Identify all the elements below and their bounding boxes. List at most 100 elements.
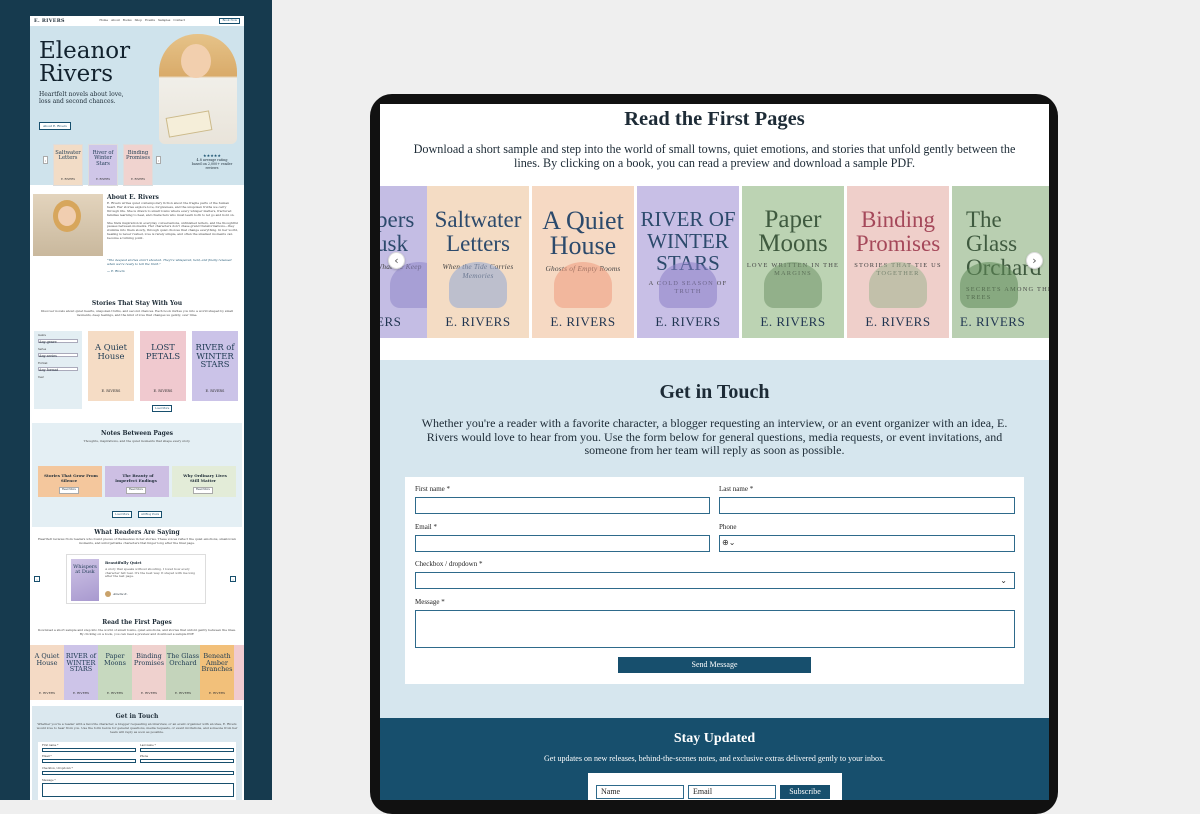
- country-flag-icon[interactable]: ⊕⌄: [722, 538, 735, 547]
- notes-load-button[interactable]: Load More: [112, 511, 133, 518]
- nav-books[interactable]: Books: [123, 18, 132, 23]
- notes-section: Notes Between Pages Thoughts, inspiratio…: [32, 423, 242, 527]
- sample-book[interactable]: RIVER of WINTER STARS E. RIVERS: [64, 645, 98, 700]
- hero-prev-arrow[interactable]: ‹: [43, 156, 48, 164]
- reviewer-avatar: [105, 591, 111, 597]
- review-prev-arrow[interactable]: ‹: [34, 576, 40, 582]
- hero-next-arrow[interactable]: ›: [156, 156, 161, 164]
- first-name-input[interactable]: [415, 497, 710, 514]
- message-label: Message *: [415, 598, 445, 606]
- phone-label: Phone: [140, 755, 149, 758]
- last-name-label: Last name *: [140, 744, 156, 747]
- carousel-prev-arrow[interactable]: ‹: [388, 252, 405, 269]
- nav-home[interactable]: Home: [99, 18, 108, 23]
- filter-select[interactable]: Any series: [38, 353, 78, 358]
- hero-book-cover[interactable]: Saltwater Letters E. RIVERS: [53, 144, 83, 186]
- send-message-button[interactable]: Send Message: [618, 657, 811, 673]
- hero-book-cover[interactable]: Binding Promises E. RIVERS: [123, 144, 153, 186]
- email-input[interactable]: [415, 535, 710, 552]
- samples-title: Read the First Pages: [102, 619, 172, 626]
- nav-shop[interactable]: Shop: [135, 18, 142, 23]
- flower-illustration: [869, 262, 927, 308]
- review-next-arrow[interactable]: ›: [230, 576, 236, 582]
- nav-contact[interactable]: Contact: [173, 18, 184, 23]
- load-more-button[interactable]: Load More: [152, 405, 173, 412]
- sample-book-card[interactable]: Binding Promises STORIES THAT TIE US TOG…: [847, 186, 949, 338]
- sample-book-card[interactable]: RIVER OF WINTER STARS A COLD SEASON OF T…: [637, 186, 739, 338]
- all-posts-button[interactable]: All Blog Posts: [138, 511, 163, 518]
- filter-select[interactable]: Any genre: [38, 339, 78, 344]
- newsletter-name-input[interactable]: Name: [596, 785, 684, 799]
- flower-illustration: [449, 262, 507, 308]
- contact-form-small: First name * Last name * Email * Phone C…: [38, 742, 236, 800]
- contact-form: First name * Last name * Email * Phone ⊕…: [405, 477, 1024, 684]
- sample-book-card[interactable]: Saltwater Letters When the Tide Carries …: [427, 186, 529, 338]
- note-title: The Beauty of Imperfect Endings: [115, 473, 157, 483]
- book-author: E. RIVERS: [550, 314, 616, 329]
- hero-book-title: Binding Promises: [125, 150, 151, 162]
- read-more-button[interactable]: Read More: [193, 487, 213, 494]
- contact-sub-small: Whether you're a reader with a favorite …: [36, 722, 238, 734]
- category-dropdown[interactable]: ⌄: [415, 572, 1015, 589]
- flower-illustration: [764, 262, 822, 308]
- book-title: Paper Moons: [758, 206, 828, 257]
- nav-samples[interactable]: Samples: [158, 18, 170, 23]
- last-name-input[interactable]: [140, 748, 234, 753]
- hero-book-author: E. RIVERS: [130, 177, 146, 181]
- note-card[interactable]: Why Ordinary Lives Still Matter Read More: [172, 466, 236, 497]
- brand-logo[interactable]: E. RIVERS: [34, 18, 65, 24]
- sample-book[interactable]: E.: [234, 645, 244, 700]
- phone-input[interactable]: [140, 759, 234, 764]
- book-author: ERS: [380, 314, 402, 329]
- read-more-button[interactable]: Read More: [59, 487, 79, 494]
- sample-book-card[interactable]: Paper Moons LOVE WRITTEN IN THE MARGINS …: [742, 186, 844, 338]
- last-name-label: Last name *: [719, 485, 754, 493]
- contact-section-small: Get in Touch Whether you're a reader wit…: [32, 706, 242, 800]
- sample-book[interactable]: Paper Moons E. RIVERS: [98, 645, 132, 700]
- dropdown-select[interactable]: [42, 771, 234, 776]
- sample-book[interactable]: The Glass Orchard E. RIVERS: [166, 645, 200, 700]
- note-card[interactable]: The Beauty of Imperfect Endings Read More: [105, 466, 169, 497]
- filter-label: Year: [38, 376, 44, 379]
- book-author: E. RIVERS: [760, 314, 826, 329]
- book-title: Binding Promises: [855, 207, 941, 256]
- stories-title: Stories That Stay With You: [91, 300, 183, 307]
- newsletter-email-input[interactable]: Email: [688, 785, 776, 799]
- book-author: E. RIVERS: [445, 314, 511, 329]
- book-card[interactable]: RIVER of WINTER STARS E. RIVERS: [192, 331, 238, 401]
- email-label: Email *: [415, 523, 437, 531]
- message-textarea[interactable]: [415, 610, 1015, 648]
- carousel-next-arrow[interactable]: ›: [1026, 252, 1043, 269]
- sample-book[interactable]: A Quiet House E. RIVERS: [30, 645, 64, 700]
- email-input[interactable]: [42, 759, 136, 764]
- about-quote: "The deepest stories aren't shouted. The…: [107, 258, 232, 274]
- about-photo: [33, 194, 103, 256]
- book-title: pers: [380, 207, 415, 232]
- read-more-button[interactable]: Read More: [126, 487, 146, 494]
- sample-book[interactable]: Beneath Amber Branches E. RIVERS: [200, 645, 234, 700]
- subscribe-button[interactable]: Subscribe: [780, 785, 830, 799]
- message-input[interactable]: [42, 783, 234, 797]
- first-name-input[interactable]: [42, 748, 136, 753]
- hero-tagline: Heartfelt novels about love, loss and se…: [39, 91, 124, 106]
- contact-heading: Get in Touch: [659, 381, 770, 403]
- review-book-cover[interactable]: Whispers at Dusk: [71, 559, 99, 601]
- sample-book-card[interactable]: A Quiet House Ghosts of Empty Rooms E. R…: [532, 186, 634, 338]
- filter-select[interactable]: Any format: [38, 367, 78, 372]
- book-card[interactable]: LOST PETALS E. RIVERS: [140, 331, 186, 401]
- first-name-label: First name *: [415, 485, 450, 493]
- nav-events[interactable]: Events: [145, 18, 155, 23]
- book-card[interactable]: A Quiet House E. RIVERS: [88, 331, 134, 401]
- hero-book-cover[interactable]: River of Winter Stars E. RIVERS: [88, 144, 118, 186]
- readers-title: What Readers Are Saying: [94, 529, 180, 536]
- phone-input[interactable]: ⊕⌄: [719, 535, 1015, 552]
- last-name-input[interactable]: [719, 497, 1015, 514]
- book-author: E. RIVERS: [865, 314, 931, 329]
- hero-about-button[interactable]: About E. Rivers: [39, 122, 71, 131]
- filter-label: Format: [38, 362, 48, 365]
- nav-about[interactable]: About: [111, 18, 120, 23]
- sample-book[interactable]: Binding Promises E. RIVERS: [132, 645, 166, 700]
- nav-book-button[interactable]: Book Now: [219, 17, 240, 25]
- note-card[interactable]: Stories That Grow From Silence Read More: [38, 466, 102, 497]
- note-title: Why Ordinary Lives Still Matter: [183, 473, 227, 483]
